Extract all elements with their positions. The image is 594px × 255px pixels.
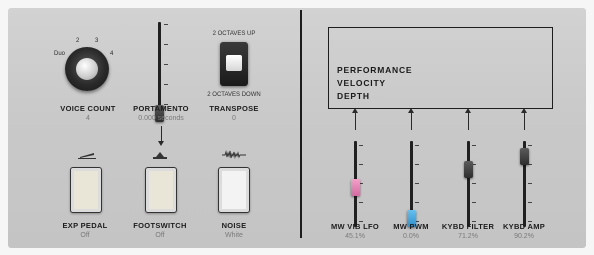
exp-pedal-value: Off: [80, 232, 90, 239]
slider-tick: [472, 202, 476, 203]
section-divider: [300, 10, 302, 238]
knob-cap: [76, 58, 98, 80]
slider-tick: [528, 183, 532, 184]
slider-tick: [415, 183, 419, 184]
depth-slider-label: KYBD FILTER: [441, 222, 495, 231]
depth-slider-handle[interactable]: [350, 178, 360, 196]
slider-tick: [528, 202, 532, 203]
transpose-down-label: 2 OCTAVES DOWN: [207, 92, 261, 98]
arrow-vib-lfo: [352, 108, 358, 130]
transpose-up-label: 2 OCTAVES UP: [212, 31, 256, 37]
noise-button[interactable]: [218, 167, 250, 213]
knob-tick-duo: Duo: [54, 51, 66, 57]
transpose-value: 0: [232, 115, 236, 122]
transpose-label: TRANSPOSE: [209, 104, 259, 113]
portamento-value: 0.000 seconds: [138, 115, 184, 122]
depth-slider-label: MW PWM: [393, 222, 429, 231]
knob-tick-4: 4: [110, 51, 114, 57]
noise-waveform-icon: [222, 150, 246, 159]
depth-slider-value: 90.2%: [514, 233, 534, 240]
voice-count-knob[interactable]: [65, 47, 109, 91]
depth-slider-value: 45.1%: [345, 233, 365, 240]
slider-tick: [164, 84, 168, 85]
exp-pedal-label: EXP PEDAL: [62, 221, 108, 230]
depth-slider-label: MW VIB LFO: [331, 222, 379, 231]
depth-slider-track[interactable]: [466, 141, 470, 227]
voice-count-label: VOICE COUNT: [60, 104, 116, 113]
slider-tick: [528, 145, 532, 146]
slider-tick: [359, 202, 363, 203]
performance-display: PERFORMANCE VELOCITY DEPTH: [328, 27, 553, 109]
slider-tick: [472, 145, 476, 146]
expression-pedal-icon: [78, 153, 96, 159]
noise-value: White: [225, 232, 243, 239]
depth-slider-handle[interactable]: [519, 147, 529, 165]
arrow-kybd-amp: [521, 108, 527, 130]
portamento-label: PORTAMENTO: [133, 104, 189, 113]
knob-tick-2: 2: [76, 38, 80, 44]
footswitch-value: Off: [155, 232, 165, 239]
slider-tick: [528, 164, 532, 165]
slider-tick: [164, 64, 168, 65]
footswitch-label: FOOTSWITCH: [133, 221, 187, 230]
depth-slider-value: 71.2%: [458, 233, 478, 240]
slider-tick: [164, 24, 168, 25]
display-line-1: PERFORMANCE: [337, 65, 413, 75]
display-line-3: DEPTH: [337, 91, 370, 101]
exp-pedal-button[interactable]: [70, 167, 102, 213]
noise-label: NOISE: [221, 221, 247, 230]
transpose-toggle[interactable]: [220, 42, 248, 86]
slider-tick: [472, 183, 476, 184]
knob-tick-3: 3: [95, 38, 99, 44]
voice-count-value: 4: [86, 115, 90, 122]
arrow-kybd-filter: [465, 108, 471, 130]
slider-tick: [472, 164, 476, 165]
depth-slider-label: KYBD AMP: [502, 222, 546, 231]
slider-tick: [415, 145, 419, 146]
arrow-pwm: [408, 108, 414, 130]
portamento-arrow: [158, 126, 164, 146]
slider-tick: [359, 164, 363, 165]
display-line-2: VELOCITY: [337, 78, 386, 88]
slider-tick: [359, 183, 363, 184]
slider-tick: [164, 44, 168, 45]
footswitch-icon: [153, 152, 167, 159]
slider-tick: [415, 202, 419, 203]
footswitch-button[interactable]: [145, 167, 177, 213]
depth-slider-handle[interactable]: [463, 160, 473, 178]
toggle-lever: [226, 55, 242, 71]
slider-tick: [359, 145, 363, 146]
slider-tick: [415, 164, 419, 165]
depth-slider-value: 0.0%: [403, 233, 419, 240]
